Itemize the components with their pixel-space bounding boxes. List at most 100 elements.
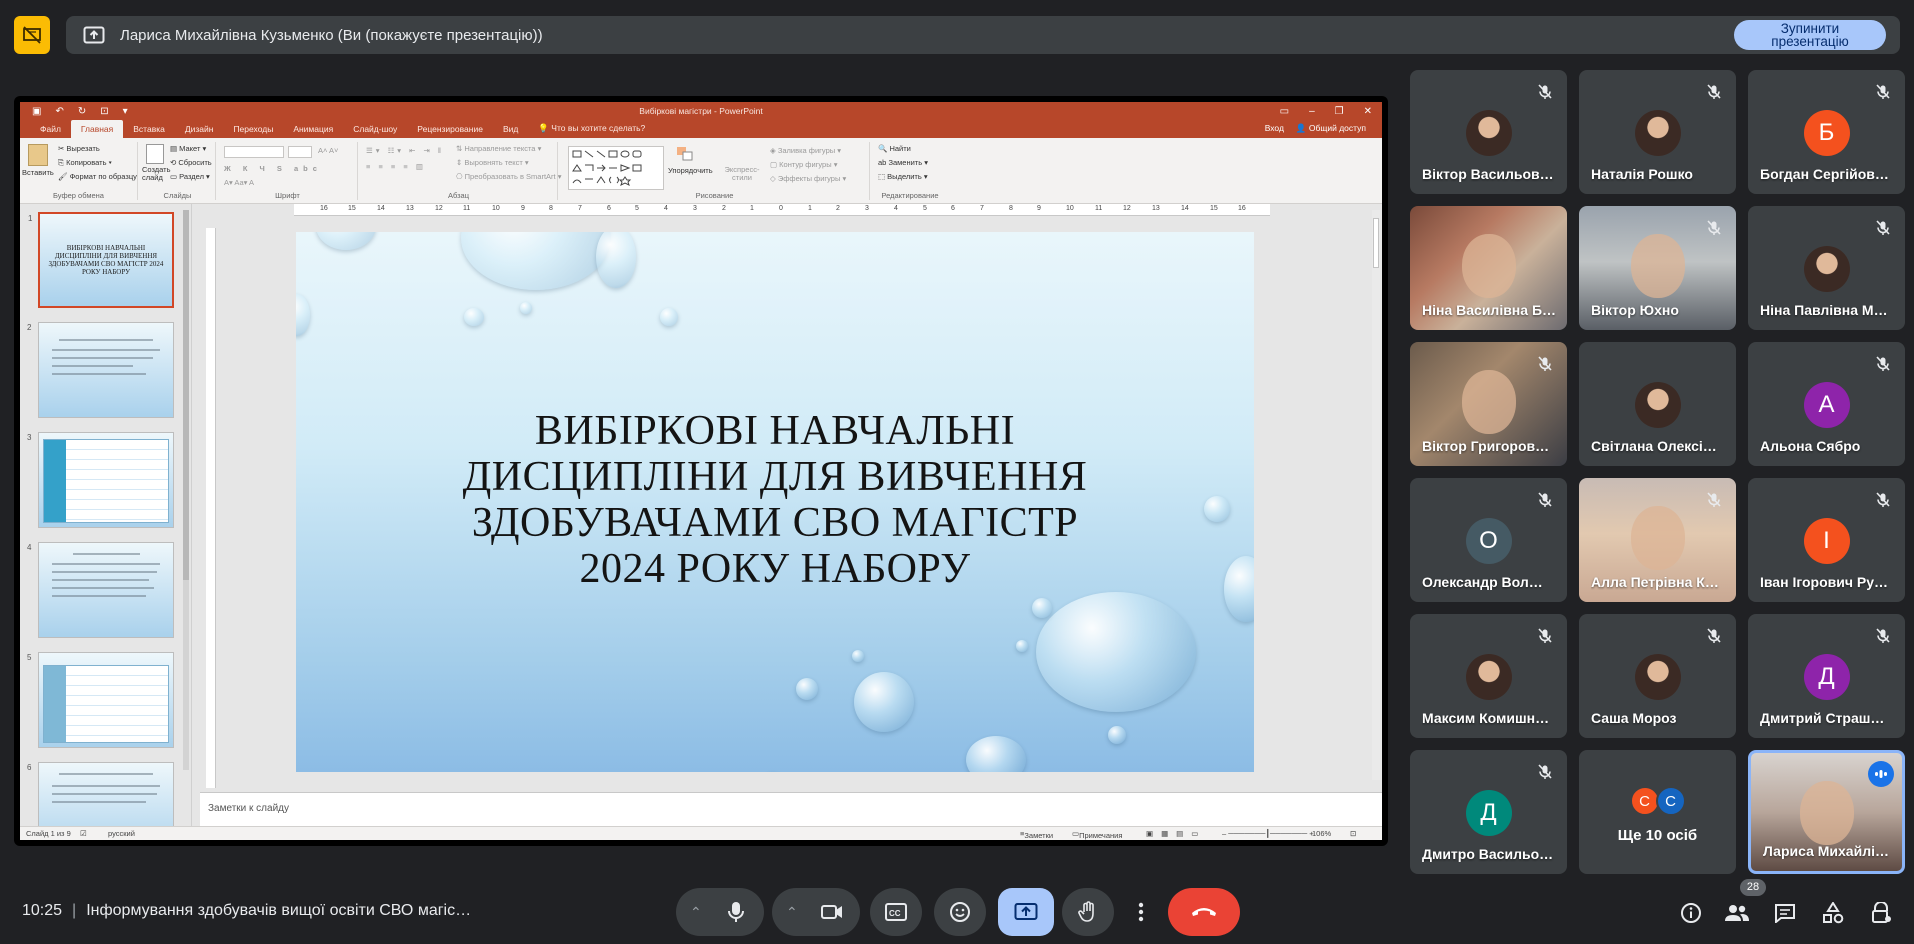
font-size-box[interactable]	[288, 146, 312, 158]
ribbon-display-icon[interactable]: ▭	[1280, 106, 1289, 117]
participant-tile[interactable]: Ніна Павлівна М…	[1748, 206, 1905, 330]
zoom-slider[interactable]: – ───────┃─────── +	[1222, 829, 1314, 838]
camera-icon[interactable]	[812, 892, 852, 932]
people-button[interactable]	[1722, 898, 1752, 928]
minimize-icon[interactable]: –	[1309, 106, 1315, 117]
participant-tile[interactable]: Алла Петрівна К…	[1579, 478, 1736, 602]
meeting-details-button[interactable]	[1676, 898, 1706, 928]
raise-hand-button[interactable]	[1062, 888, 1114, 936]
shape-outline-button[interactable]: ▢ Контур фигуры ▾	[770, 160, 837, 169]
participant-tile[interactable]: Саша Мороз	[1579, 614, 1736, 738]
chat-button[interactable]	[1770, 898, 1800, 928]
participant-tile[interactable]: Б Богдан Сергійов…	[1748, 70, 1905, 194]
participant-tile[interactable]: Д Дмитро Васильо…	[1410, 750, 1567, 874]
tab-view[interactable]: Вид	[493, 124, 528, 138]
copy-button[interactable]: ⎘ Копировать ▾	[58, 158, 112, 168]
font-size-buttons[interactable]: A˄ A˅	[318, 146, 338, 155]
shape-effects-button[interactable]: ◇ Эффекты фигуры ▾	[770, 174, 846, 183]
new-slide-icon[interactable]	[146, 144, 164, 164]
participant-tile[interactable]: Максим Комишн…	[1410, 614, 1567, 738]
sign-in-link[interactable]: Вход	[1265, 123, 1284, 134]
host-controls-button[interactable]	[1866, 898, 1896, 928]
cut-button[interactable]: ✂ Вырезать	[58, 144, 100, 153]
tab-transitions[interactable]: Переходы	[223, 124, 283, 138]
language-indicator[interactable]: русский	[108, 829, 135, 838]
activities-button[interactable]	[1818, 898, 1848, 928]
comments-toggle[interactable]: ▭ Примечания	[1072, 829, 1122, 840]
tab-design[interactable]: Дизайн	[175, 124, 224, 138]
camera-options-chevron-icon[interactable]: ⌃	[786, 904, 798, 921]
participant-tile[interactable]: Віктор Васильов…	[1410, 70, 1567, 194]
notes-pane[interactable]: Заметки к слайду	[200, 792, 1382, 826]
leave-call-button[interactable]	[1168, 888, 1240, 936]
arrange-button[interactable]: Упорядочить	[668, 166, 713, 175]
microphone-icon[interactable]	[716, 892, 756, 932]
participant-tile[interactable]: І Іван Ігорович Ру…	[1748, 478, 1905, 602]
format-painter-button[interactable]: 🖌 Формат по образцу	[58, 172, 137, 181]
font-format-buttons[interactable]: Ж К Ч S abc	[224, 164, 322, 173]
thumbnails-scroll-thumb[interactable]	[183, 210, 189, 580]
restore-icon[interactable]: ❐	[1335, 106, 1344, 117]
tab-insert[interactable]: Вставка	[123, 124, 175, 138]
editor-scrollbar[interactable]	[1372, 210, 1380, 780]
participant-tile[interactable]: Д Дмитрий Страш…	[1748, 614, 1905, 738]
participant-tile[interactable]: Лариса Михайлі…	[1748, 750, 1905, 874]
reset-button[interactable]: ⟲ Сбросить	[170, 158, 212, 167]
mic-options-chevron-icon[interactable]: ⌃	[690, 904, 702, 921]
tab-animations[interactable]: Анимация	[283, 124, 343, 138]
present-now-button[interactable]	[998, 888, 1054, 936]
current-slide[interactable]: ВИБІРКОВІ НАВЧАЛЬНІ ДИСЦИПЛІНИ ДЛЯ ВИВЧЕ…	[296, 232, 1254, 772]
arrange-icon[interactable]	[676, 146, 694, 162]
participant-tile[interactable]: Віктор Юхно	[1579, 206, 1736, 330]
tab-file[interactable]: Файл	[30, 124, 71, 138]
editor-scroll-thumb[interactable]	[1373, 218, 1379, 268]
reactions-button[interactable]	[934, 888, 986, 936]
font-color-buttons[interactable]: A▾ Aa▾ A	[224, 178, 254, 187]
shapes-gallery[interactable]	[568, 146, 664, 190]
share-button[interactable]: 👤 Общий доступ	[1296, 123, 1366, 134]
section-button[interactable]: ▭ Раздел ▾	[170, 172, 210, 181]
captions-button[interactable]: CC	[870, 888, 922, 936]
slide-thumbnail-4[interactable]: 4	[27, 542, 174, 638]
spellcheck-icon[interactable]: ☑	[80, 829, 87, 838]
slide-thumbnail-2[interactable]: 2	[27, 322, 174, 418]
font-name-box[interactable]	[224, 146, 284, 158]
participant-tile[interactable]: О Олександр Вол…	[1410, 478, 1567, 602]
participant-tile[interactable]: Світлана Олексі…	[1579, 342, 1736, 466]
list-buttons[interactable]: ☰▾ ☷▾ ⇤ ⇥ ‖	[366, 146, 444, 155]
text-direction-button[interactable]: ⇅ Направление текста ▾	[456, 144, 541, 153]
participant-tile[interactable]: Наталія Рошко	[1579, 70, 1736, 194]
align-buttons[interactable]: ≡ ≡ ≡ ≡ ▥	[366, 162, 426, 171]
smartart-button[interactable]: ⎔ Преобразовать в SmartArt ▾	[456, 172, 561, 181]
find-button[interactable]: 🔍 Найти	[878, 144, 911, 153]
participant-tile[interactable]: Ніна Василівна Б…	[1410, 206, 1567, 330]
participant-tile[interactable]: А Альона Сябро	[1748, 342, 1905, 466]
layout-button[interactable]: ▤ Макет ▾	[170, 144, 206, 153]
quick-styles-button[interactable]: Экспресс-стили	[722, 166, 762, 182]
fit-slide-icon[interactable]: ⊡	[1350, 829, 1356, 838]
tab-home[interactable]: Главная	[70, 120, 124, 138]
notes-toggle[interactable]: ≡ Заметки	[1020, 829, 1053, 840]
meeting-title[interactable]: Інформування здобувачів вищої освіти СВО…	[86, 902, 471, 920]
slide-thumbnail-5[interactable]: 5	[27, 652, 174, 748]
zoom-level[interactable]: 106%	[1312, 829, 1331, 838]
tell-me-search[interactable]: 💡 Что вы хотите сделать?	[528, 123, 655, 138]
close-icon[interactable]: ✕	[1364, 106, 1372, 117]
more-participants-tile[interactable]: С С Ще 10 осіб	[1579, 750, 1736, 874]
view-buttons[interactable]: ▣▦▤▭	[1146, 829, 1206, 838]
participant-tile[interactable]: Віктор Григоров…	[1410, 342, 1567, 466]
shape-fill-button[interactable]: ◈ Заливка фигуры ▾	[770, 146, 841, 155]
slide-title[interactable]: ВИБІРКОВІ НАВЧАЛЬНІ ДИСЦИПЛІНИ ДЛЯ ВИВЧЕ…	[336, 408, 1214, 592]
thumbnails-scrollbar[interactable]	[183, 210, 189, 770]
tab-slideshow[interactable]: Слайд-шоу	[343, 124, 407, 138]
slide-thumbnail-1[interactable]: 1 ВИБІРКОВІ НАВЧАЛЬНІ ДИСЦИПЛІНИ ДЛЯ ВИВ…	[28, 212, 174, 308]
select-button[interactable]: ⬚ Выделить ▾	[878, 172, 928, 181]
paste-icon[interactable]	[28, 144, 48, 166]
stop-presenting-button[interactable]: Зупинити презентацію	[1734, 20, 1886, 50]
replace-button[interactable]: ab Заменить ▾	[878, 158, 928, 167]
slide-thumbnail-6[interactable]: 6	[27, 762, 174, 826]
new-slide-button[interactable]: Создать слайд	[142, 166, 172, 182]
slide-thumbnail-3[interactable]: 3	[27, 432, 174, 528]
more-options-button[interactable]	[1126, 888, 1156, 936]
tab-review[interactable]: Рецензирование	[407, 124, 493, 138]
